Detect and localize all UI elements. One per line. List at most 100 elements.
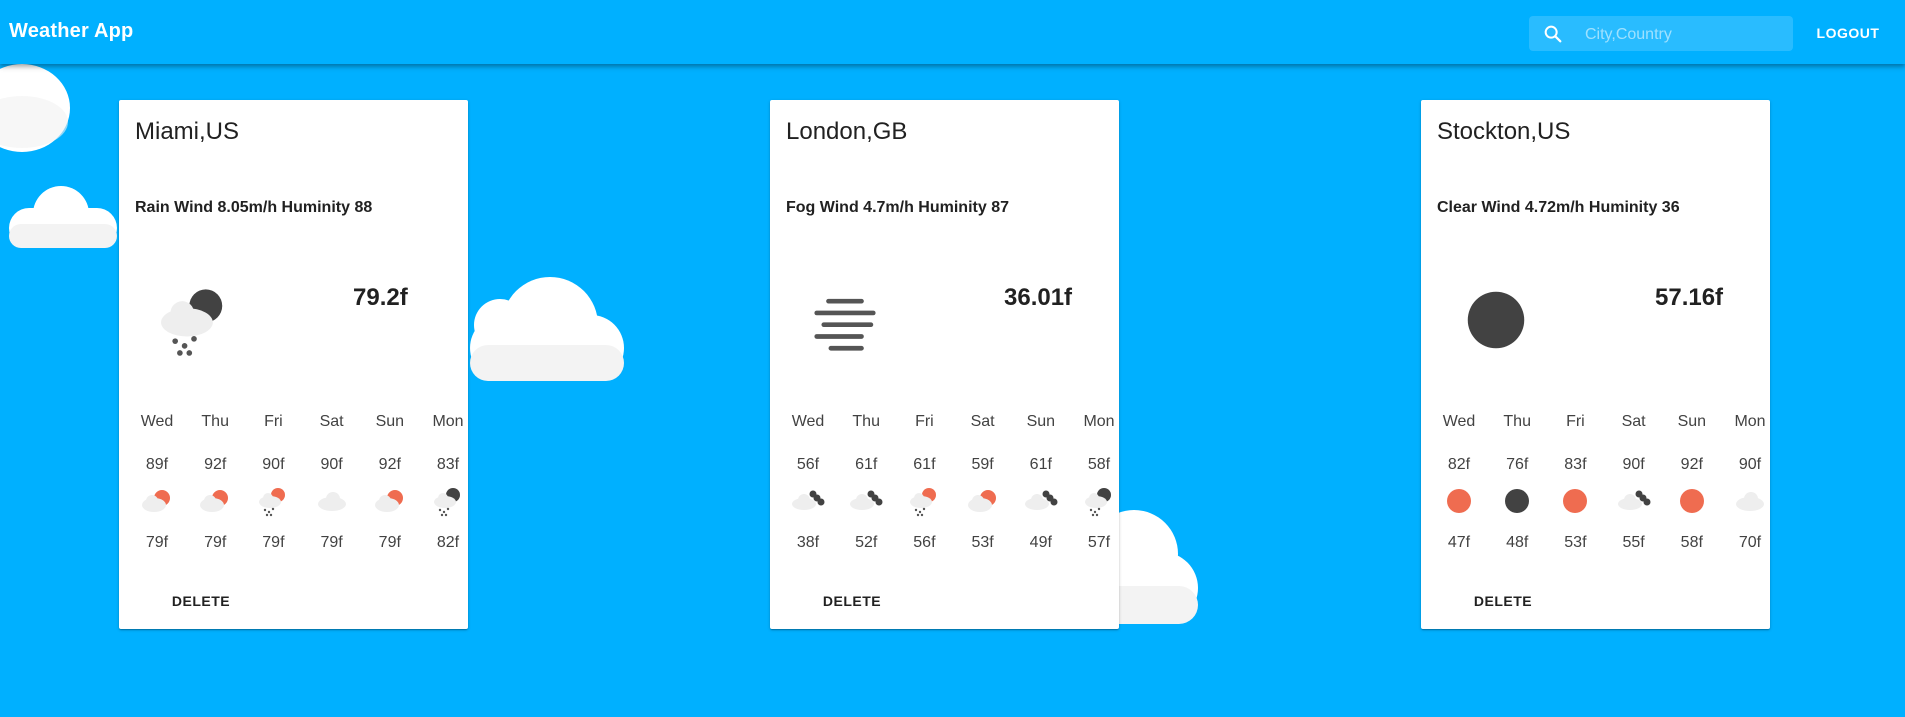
delete-button[interactable]: DELETE [161,584,241,618]
forecast-list: Wed 89f 79f Thu 92f 79f Fri 90f 79f Sat 90f 79f Sun 9… [119,412,468,552]
current-temperature: 79.2f [353,284,408,311]
forecast-high: 61f [855,456,878,473]
clear-night-icon [1500,484,1534,518]
delete-button[interactable]: DELETE [1463,584,1543,618]
weather-summary: Rain Wind 8.05m/h Huminity 88 [135,199,373,216]
forecast-high: 56f [796,456,820,473]
forecast-low: 53f [1564,534,1587,551]
forecast-day-name: Thu [1503,413,1531,430]
forecast-high: 61f [1029,456,1052,473]
delete-button[interactable]: DELETE [812,584,892,618]
rain-day-icon [256,484,290,518]
current-temperature: 57.16f [1655,284,1724,311]
partly-cloudy-day-icon [373,484,407,518]
forecast-day-name: Thu [201,413,229,430]
clear-day-icon [1675,484,1709,518]
forecast-day-name: Fri [264,413,283,430]
forecast-low: 79f [320,534,343,551]
fog-icon [805,280,885,360]
partly-cloudy-day-icon [966,484,1000,518]
forecast-day-name: Sat [319,413,344,430]
forecast-day-name: Wed [1442,413,1476,430]
forecast-high: 90f [320,456,343,473]
cloudy-wind-icon [849,484,883,518]
forecast-low: 56f [913,534,936,551]
city-name: London,GB [786,118,908,145]
city-name: Stockton,US [1437,118,1571,145]
forecast-low: 53f [971,534,994,551]
forecast-low: 49f [1029,534,1052,551]
forecast-day-name: Thu [852,413,880,430]
forecast-list: Wed 82f 47f Thu 76f 48f Fri 83f 53f Sat 90f 55f Sun 9… [1421,412,1770,552]
forecast-day-name: Wed [140,413,174,430]
app-bar: Weather App LOGOUT [0,0,1905,64]
weather-summary: Fog Wind 4.7m/h Huminity 87 [786,199,1009,216]
forecast-low: 79f [378,534,401,551]
forecast-low: 55f [1622,534,1645,551]
cloudy-icon [315,484,349,518]
forecast-day-name: Sat [1621,413,1646,430]
search-input[interactable] [1583,16,1787,53]
clear-day-icon [1558,484,1592,518]
clear-night-icon [1456,280,1536,360]
forecast-high: 76f [1506,456,1529,473]
forecast-high: 92f [204,456,227,473]
partly-cloudy-day-icon [198,484,232,518]
forecast-day-name: Mon [432,413,464,430]
app-title: Weather App [9,20,134,42]
rain-day-icon [907,484,941,518]
forecast-low: 82f [436,534,460,551]
background-cloud-icon [0,64,70,152]
weather-card: Miami,US Rain Wind 8.05m/h Huminity 88 79.… [119,100,468,629]
weather-card: London,GB Fog Wind 4.7m/h Huminity 87 36.0… [770,100,1119,629]
forecast-low: 47f [1447,534,1471,551]
forecast-low: 38f [796,534,820,551]
forecast-high: 82f [1447,456,1471,473]
cloudy-wind-icon [1024,484,1058,518]
forecast-day-name: Mon [1083,413,1115,430]
forecast-day-name: Fri [915,413,934,430]
weather-summary: Clear Wind 4.72m/h Huminity 36 [1437,199,1680,216]
search-icon [1544,25,1562,43]
forecast-low: 52f [855,534,878,551]
forecast-low: 48f [1506,534,1529,551]
rain-night-icon [431,484,465,518]
logout-button[interactable]: LOGOUT [1806,16,1890,50]
forecast-day-name: Sun [375,413,405,430]
search-box[interactable] [1529,16,1793,53]
forecast-list: Wed 56f 38f Thu 61f 52f Fri 61f 56f Sat 59f 53f Sun 6… [770,412,1119,552]
forecast-day-name: Sun [1026,413,1056,430]
forecast-low: 70f [1738,534,1762,551]
forecast-high: 92f [1680,456,1703,473]
forecast-low: 58f [1680,534,1703,551]
forecast-high: 90f [1738,456,1762,473]
current-temperature: 36.01f [1004,284,1073,311]
forecast-high: 90f [1622,456,1645,473]
rain-night-icon [1082,484,1116,518]
city-name: Miami,US [135,118,240,145]
clear-day-icon [1442,484,1476,518]
forecast-day-name: Sun [1677,413,1707,430]
forecast-high: 83f [436,456,460,473]
forecast-day-name: Fri [1566,413,1585,430]
forecast-high: 90f [262,456,285,473]
forecast-high: 58f [1087,456,1111,473]
forecast-day-name: Sat [970,413,995,430]
forecast-low: 79f [145,534,169,551]
rain-night-icon [154,280,234,360]
forecast-low: 79f [204,534,227,551]
cloudy-wind-icon [1617,484,1651,518]
forecast-high: 61f [913,456,936,473]
forecast-day-name: Wed [791,413,825,430]
forecast-high: 92f [378,456,401,473]
forecast-high: 83f [1564,456,1587,473]
background-cloud-icon [9,186,117,248]
forecast-day-name: Mon [1734,413,1766,430]
forecast-high: 89f [145,456,169,473]
cloudy-wind-icon [791,484,825,518]
forecast-high: 59f [971,456,994,473]
background-cloud-icon [470,277,624,381]
cloudy-icon [1733,484,1767,518]
forecast-low: 79f [262,534,285,551]
partly-cloudy-day-icon [140,484,174,518]
